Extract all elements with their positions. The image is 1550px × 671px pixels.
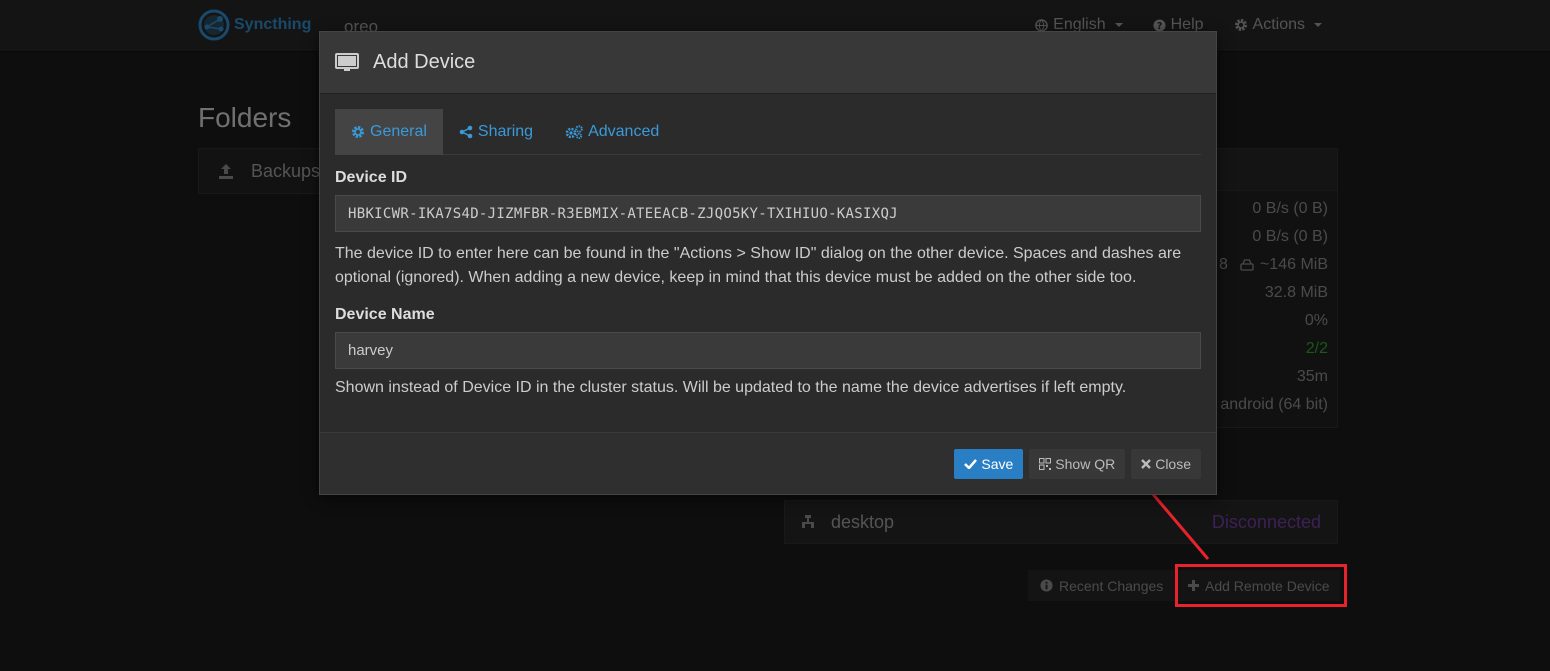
- modal-header: Add Device: [320, 32, 1216, 94]
- show-qr-label: Show QR: [1055, 455, 1116, 472]
- tab-general[interactable]: General: [335, 109, 443, 155]
- close-icon: [1141, 458, 1152, 469]
- share-icon: [459, 125, 473, 139]
- check-icon: [964, 459, 978, 469]
- device-id-label: Device ID: [335, 169, 408, 186]
- tab-label: Sharing: [477, 123, 534, 140]
- close-button[interactable]: Close: [1131, 448, 1201, 479]
- device-name-field[interactable]: harvey: [335, 332, 1201, 369]
- save-label: Save: [981, 455, 1014, 472]
- desktop-icon: [335, 52, 359, 71]
- device-name-help: Shown instead of Device ID in the cluste…: [335, 379, 1127, 396]
- tab-label: Advanced: [588, 123, 660, 140]
- tab-label: General: [370, 123, 427, 140]
- device-id-field[interactable]: HBKICWR-IKA7S4D-JIZMFBR-R3EBMIX-ATEEACB-…: [335, 195, 1201, 232]
- modal-footer: Save Show QR Close: [320, 432, 1216, 494]
- tab-advanced[interactable]: Advanced: [549, 109, 675, 155]
- device-id-help: The device ID to enter here can be found…: [335, 245, 1182, 286]
- show-qr-button[interactable]: Show QR: [1029, 448, 1126, 479]
- close-label: Close: [1155, 455, 1191, 472]
- cogs-icon: [565, 125, 583, 139]
- qrcode-icon: [1039, 457, 1052, 470]
- modal-tabs: General Sharing Advanced: [335, 109, 1201, 155]
- add-device-modal: Add Device General Sharing Advanced Devi…: [319, 31, 1217, 495]
- annotation-highlight-box: [1175, 564, 1347, 607]
- save-button[interactable]: Save: [954, 448, 1024, 479]
- device-name-label: Device Name: [335, 306, 435, 323]
- tab-sharing[interactable]: Sharing: [443, 109, 549, 155]
- modal-body: General Sharing Advanced Device ID HBKIC…: [320, 94, 1216, 400]
- modal-title: Add Device: [373, 51, 476, 73]
- gear-icon: [352, 126, 364, 138]
